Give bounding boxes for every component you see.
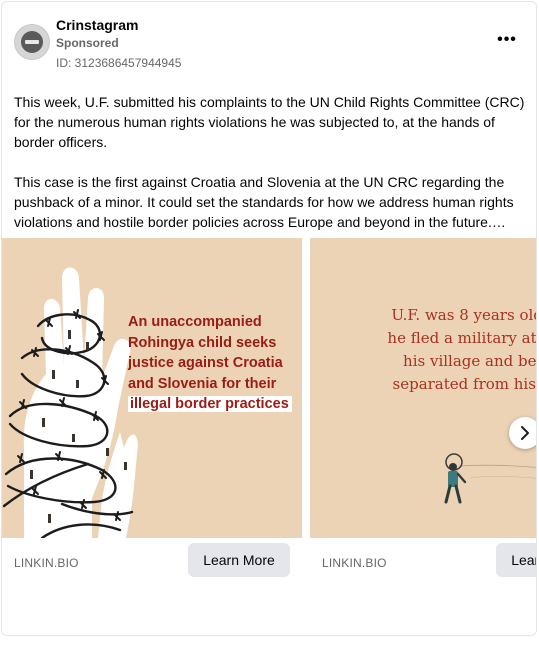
ad-card: Crinstagram Sponsored ID: 31236864579449… [1, 1, 537, 636]
blocked-icon [21, 31, 43, 53]
chevron-right-icon [521, 426, 529, 440]
learn-more-button[interactable]: Learn More [188, 543, 290, 577]
more-options-icon[interactable]: ••• [492, 30, 522, 52]
carousel-card[interactable]: An unaccompanied Rohingya child seeks ju… [2, 238, 302, 588]
slide-image[interactable]: An unaccompanied Rohingya child seeks ju… [2, 238, 302, 538]
carousel-next-button[interactable] [509, 417, 536, 449]
link-caption[interactable]: LINKIN.BIO [14, 556, 79, 570]
link-caption[interactable]: LINKIN.BIO [322, 556, 387, 570]
page-avatar[interactable] [14, 24, 50, 60]
post-text: This week, U.F. submitted his complaints… [14, 92, 526, 232]
child-walking-illustration [444, 453, 536, 504]
ad-id: ID: 3123686457944945 [56, 56, 182, 70]
carousel-card[interactable]: U.F. was 8 years old when he fled a mili… [310, 238, 536, 588]
post-paragraph: This case is the first against Croatia a… [14, 174, 514, 230]
sponsored-label: Sponsored [56, 36, 119, 50]
post-paragraph: This week, U.F. submitted his complaints… [14, 94, 525, 150]
learn-more-button[interactable]: Learn More [496, 543, 536, 577]
page-name[interactable]: Crinstagram [56, 17, 138, 33]
carousel: An unaccompanied Rohingya child seeks ju… [2, 238, 536, 588]
highlighted-text: illegal border practices [128, 396, 292, 412]
slide-image[interactable]: U.F. was 8 years old when he fled a mili… [310, 238, 536, 538]
slide-headline: An unaccompanied Rohingya child seeks ju… [128, 312, 302, 415]
